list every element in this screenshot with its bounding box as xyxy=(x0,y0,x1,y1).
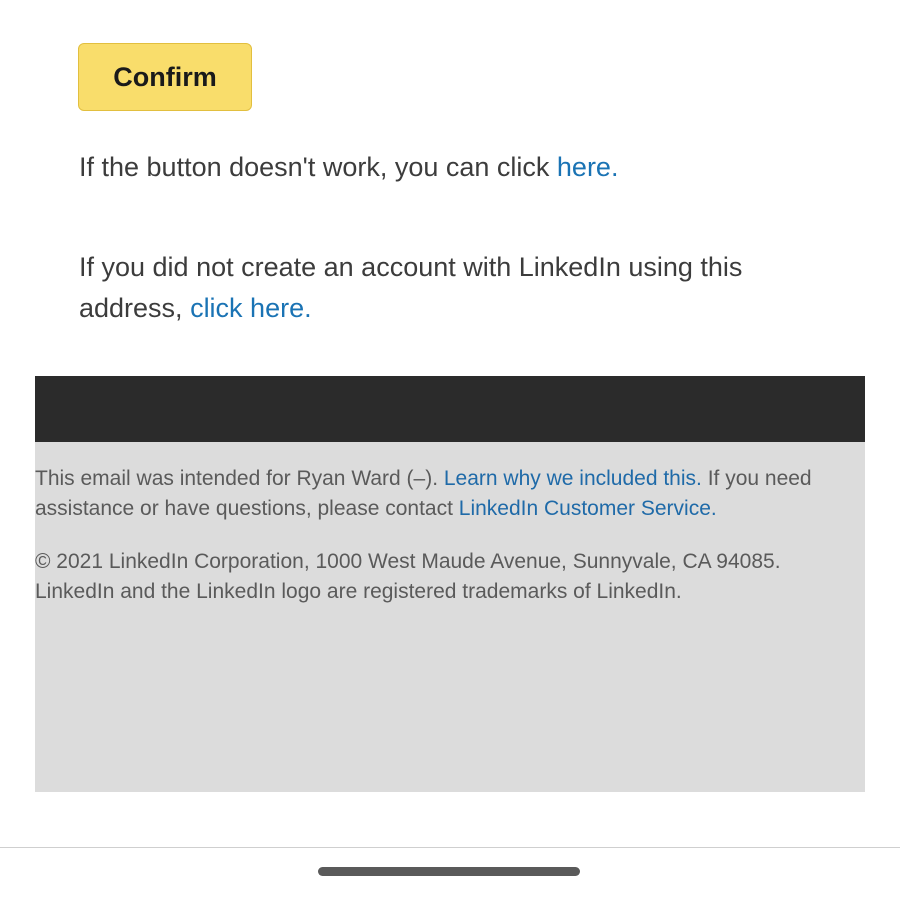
bottom-divider xyxy=(0,847,900,848)
footer-copyright: © 2021 LinkedIn Corporation, 1000 West M… xyxy=(35,550,781,603)
footer-intended-text: This email was intended for Ryan Ward (–… xyxy=(35,467,444,490)
fallback-text: If the button doesn't work, you can clic… xyxy=(79,152,557,182)
fallback-paragraph: If the button doesn't work, you can clic… xyxy=(79,147,859,188)
fallback-here-link[interactable]: here. xyxy=(557,152,619,182)
home-indicator[interactable] xyxy=(318,867,580,876)
footer-dark-band xyxy=(35,376,865,442)
learn-why-link[interactable]: Learn why we included this. xyxy=(444,467,702,490)
not-you-paragraph: If you did not create an account with Li… xyxy=(79,247,819,329)
footer-intended-paragraph: This email was intended for Ryan Ward (–… xyxy=(35,464,855,524)
not-you-text: If you did not create an account with Li… xyxy=(79,252,743,323)
not-you-click-here-link[interactable]: click here. xyxy=(190,293,312,323)
confirm-button[interactable]: Confirm xyxy=(78,43,252,111)
email-footer: This email was intended for Ryan Ward (–… xyxy=(35,442,865,792)
customer-service-link[interactable]: LinkedIn Customer Service. xyxy=(459,497,717,520)
email-view: y Confirm If the button doesn't work, yo… xyxy=(0,0,900,900)
